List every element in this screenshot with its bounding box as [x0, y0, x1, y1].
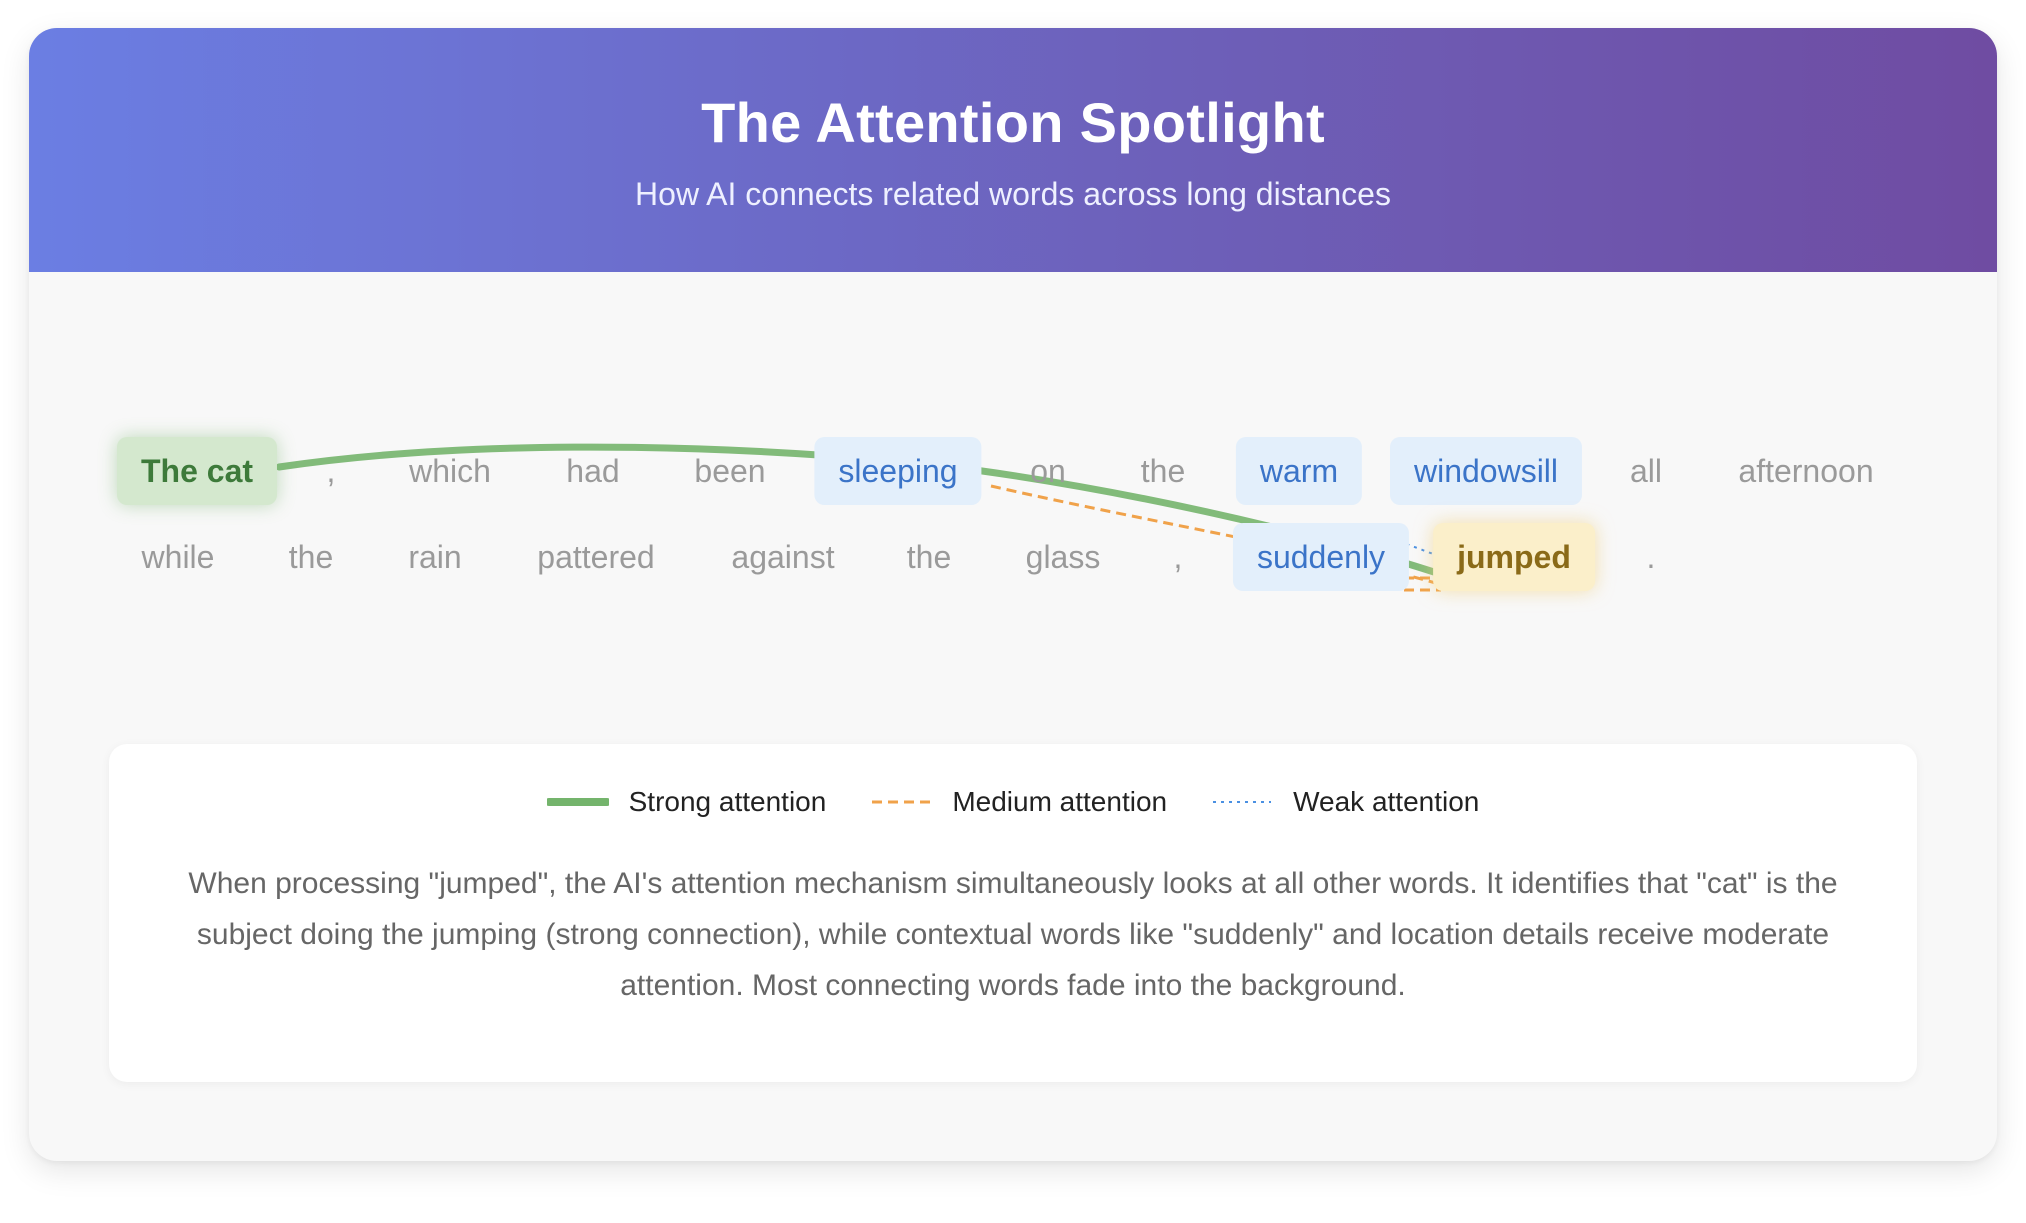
- token-afternoon[interactable]: afternoon: [1734, 437, 1877, 505]
- token-comma[interactable]: ,: [323, 437, 340, 505]
- token-jumped[interactable]: jumped: [1433, 523, 1595, 591]
- token-which[interactable]: which: [405, 437, 495, 505]
- token-while[interactable]: while: [138, 523, 219, 591]
- token-the-cat[interactable]: The cat: [116, 437, 278, 505]
- token-windowsill[interactable]: windowsill: [1389, 437, 1583, 505]
- legend-panel: Strong attention Medium attention Weak a…: [109, 744, 1917, 1082]
- token-pattered[interactable]: pattered: [533, 523, 658, 591]
- legend-item-weak: Weak attention: [1211, 786, 1479, 818]
- medium-line-swatch: [872, 800, 931, 804]
- attention-card: The Attention Spotlight How AI connects …: [29, 28, 1997, 1161]
- token-suddenly[interactable]: suddenly: [1232, 523, 1410, 591]
- token-rain[interactable]: rain: [404, 523, 465, 591]
- token-period[interactable]: .: [1643, 523, 1660, 591]
- token-glass[interactable]: glass: [1022, 523, 1105, 591]
- legend-item-strong: Strong attention: [546, 786, 827, 818]
- header-banner: The Attention Spotlight How AI connects …: [29, 28, 1997, 272]
- token-all[interactable]: all: [1626, 437, 1666, 505]
- strong-line-swatch: [546, 798, 609, 806]
- page-subtitle: How AI connects related words across lon…: [635, 176, 1391, 212]
- token-had[interactable]: had: [562, 437, 623, 505]
- attention-lines: [275, 443, 1503, 592]
- legend-label-medium: Medium attention: [952, 786, 1168, 817]
- token-sleeping[interactable]: sleeping: [814, 437, 982, 505]
- token-the[interactable]: the: [903, 523, 955, 591]
- weak-line-swatch: [1213, 801, 1272, 803]
- token-comma[interactable]: ,: [1170, 523, 1187, 591]
- explanation-text: When processing "jumped", the AI's atten…: [188, 867, 1838, 1002]
- token-the[interactable]: the: [1137, 437, 1189, 505]
- sentence-visualization: The cat , which had been sleeping on the…: [29, 272, 1997, 772]
- token-warm[interactable]: warm: [1235, 437, 1363, 505]
- legend-label-weak: Weak attention: [1293, 786, 1480, 817]
- token-been[interactable]: been: [690, 437, 769, 505]
- token-the[interactable]: the: [285, 523, 337, 591]
- legend-item-medium: Medium attention: [870, 786, 1167, 818]
- legend: Strong attention Medium attention Weak a…: [109, 782, 1917, 822]
- token-against[interactable]: against: [727, 523, 838, 591]
- page-title: The Attention Spotlight: [701, 91, 1325, 154]
- token-on[interactable]: on: [1026, 437, 1070, 505]
- legend-label-strong: Strong attention: [628, 786, 827, 817]
